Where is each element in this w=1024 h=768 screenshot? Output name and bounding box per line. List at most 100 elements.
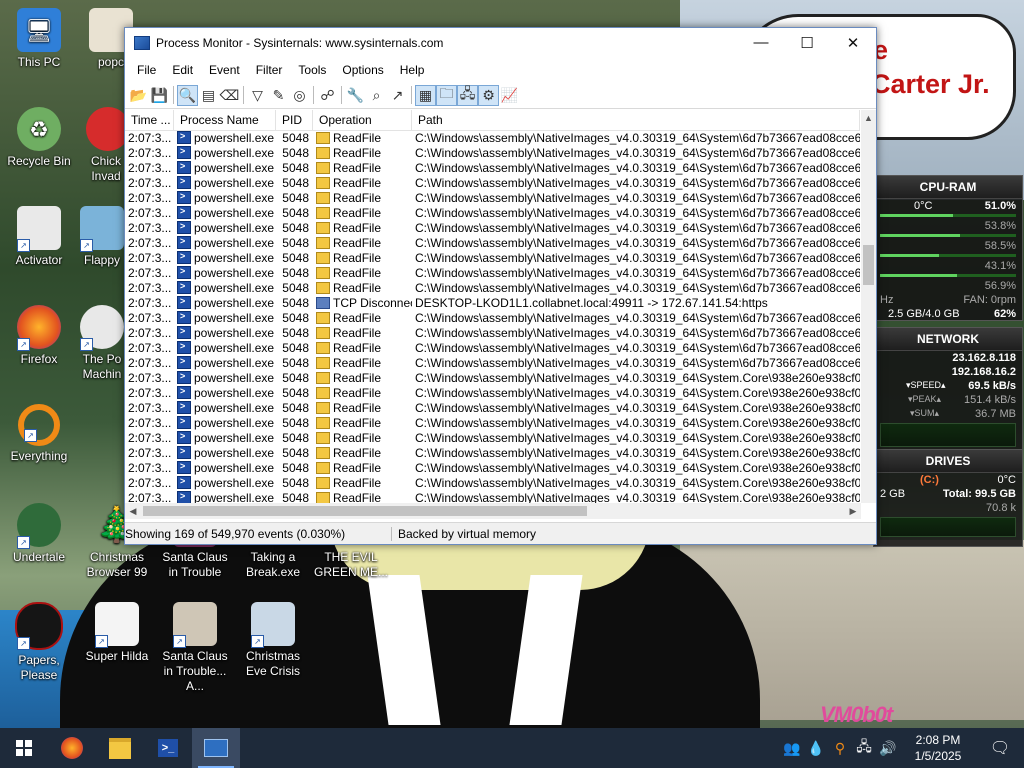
desktop-icon-chick-invaders[interactable]: Chick Invad: [86, 107, 130, 184]
desktop-icon-flappy[interactable]: ↗ Flappy: [80, 206, 124, 268]
window-titlebar[interactable]: Process Monitor - Sysinternals: www.sysi…: [125, 28, 876, 57]
table-row[interactable]: 2:07:3... powershell.exe 5048 ReadFile C:\Wi…: [125, 326, 860, 341]
table-row[interactable]: 2:07:3... powershell.exe 5048 ReadFile C:\Wi…: [125, 176, 860, 191]
tray-network-icon[interactable]: 🖧: [852, 736, 876, 760]
desktop-icon-this-pc[interactable]: 🖥 This PC: [0, 8, 78, 70]
tray-volume-icon[interactable]: 🔊: [876, 740, 900, 757]
clear-icon[interactable]: ⌫: [219, 85, 240, 106]
table-row[interactable]: 2:07:3... powershell.exe 5048 ReadFile C:\Wi…: [125, 341, 860, 356]
table-row[interactable]: 2:07:3... powershell.exe 5048 ReadFile C:\Wi…: [125, 416, 860, 431]
menu-event[interactable]: Event: [201, 63, 248, 77]
powershell-icon: [177, 356, 191, 369]
desktop-icon-activator[interactable]: ↗ Activator: [0, 206, 78, 268]
tray-drop-icon[interactable]: 💧: [804, 740, 828, 757]
taskbar-process-monitor[interactable]: [192, 728, 240, 768]
row-operation-text: ReadFile: [333, 371, 382, 385]
table-row[interactable]: 2:07:3... powershell.exe 5048 ReadFile C:\Wi…: [125, 476, 860, 491]
desktop-icon-undertale[interactable]: ↗ Undertale: [0, 503, 78, 565]
desktop-icon-the-po-machine[interactable]: ↗ The Po Machin: [80, 305, 124, 382]
registry-activity-icon[interactable]: ▦: [415, 84, 436, 106]
column-header-path[interactable]: Path: [412, 110, 860, 130]
table-row[interactable]: 2:07:3... powershell.exe 5048 ReadFile C:\Wi…: [125, 446, 860, 461]
table-row[interactable]: 2:07:3... powershell.exe 5048 ReadFile C:\Wi…: [125, 251, 860, 266]
menu-help[interactable]: Help: [392, 63, 433, 77]
cpu-core-3: 43.1%: [984, 260, 1016, 272]
profiling-events-icon[interactable]: 📈: [499, 85, 520, 106]
desktop-icon-firefox[interactable]: ↗ Firefox: [0, 305, 78, 367]
menu-file[interactable]: File: [129, 63, 164, 77]
table-row[interactable]: 2:07:3... powershell.exe 5048 ReadFile C:\Wi…: [125, 221, 860, 236]
close-button[interactable]: ✕: [830, 28, 876, 57]
open-icon[interactable]: 📂: [128, 85, 149, 106]
file-activity-icon[interactable]: 🗀: [436, 84, 457, 106]
capture-icon[interactable]: 🔍: [177, 84, 198, 106]
table-row[interactable]: 2:07:3... powershell.exe 5048 ReadFile C:\Wi…: [125, 356, 860, 371]
tray-people-icon[interactable]: 👥: [780, 740, 804, 757]
row-operation-text: ReadFile: [333, 431, 382, 445]
table-row[interactable]: 2:07:3... powershell.exe 5048 ReadFile C:\Wi…: [125, 131, 860, 146]
horizontal-scroll-thumb[interactable]: [143, 506, 587, 516]
desktop-icon-christmas-eve-crisis[interactable]: ↗ Christmas Eve Crisis: [234, 602, 312, 679]
table-row[interactable]: 2:07:3... powershell.exe 5048 ReadFile C:\Wi…: [125, 206, 860, 221]
scroll-up-icon[interactable]: ▲: [861, 110, 876, 127]
horizontal-scrollbar[interactable]: ◀ ▶: [125, 503, 861, 519]
column-header-time[interactable]: Time ...: [125, 110, 174, 130]
find-icon[interactable]: ⌕: [366, 85, 387, 106]
table-row[interactable]: 2:07:3... powershell.exe 5048 ReadFile C:\Wi…: [125, 386, 860, 401]
highlight-icon[interactable]: ✎: [268, 85, 289, 106]
table-row[interactable]: 2:07:3... powershell.exe 5048 ReadFile C:\Wi…: [125, 236, 860, 251]
scroll-left-icon[interactable]: ◀: [125, 503, 141, 519]
menu-options[interactable]: Options: [334, 63, 391, 77]
network-activity-icon[interactable]: 🖧: [457, 84, 478, 106]
desktop-icon-santa-claus-in-trouble-again[interactable]: ↗ Santa Claus in Trouble... A...: [156, 602, 234, 694]
start-button[interactable]: [0, 728, 48, 768]
column-header-process-name[interactable]: Process Name: [174, 110, 276, 130]
row-process-name-text: powershell.exe: [194, 161, 275, 175]
taskbar-powershell[interactable]: >_: [144, 728, 192, 768]
table-row[interactable]: 2:07:3... powershell.exe 5048 ReadFile C:\Wi…: [125, 266, 860, 281]
row-operation-text: ReadFile: [333, 131, 382, 145]
autoscroll-icon[interactable]: ▤: [198, 85, 219, 106]
row-path: C:\Windows\assembly\NativeImages_v4.0.30…: [412, 371, 860, 386]
minimize-button[interactable]: —: [738, 28, 784, 57]
column-header-operation[interactable]: Operation: [313, 110, 412, 130]
table-row[interactable]: 2:07:3... powershell.exe 5048 ReadFile C:\Wi…: [125, 281, 860, 296]
process-tree-icon[interactable]: ☍: [317, 85, 338, 106]
maximize-button[interactable]: ☐: [784, 28, 830, 57]
notification-icon[interactable]: 🗨: [976, 738, 1024, 758]
table-row[interactable]: 2:07:3... powershell.exe 5048 ReadFile C:\Wi…: [125, 401, 860, 416]
row-path-text: C:\Windows\assembly\NativeImages_v4.0.30…: [415, 446, 860, 460]
menu-edit[interactable]: Edit: [164, 63, 201, 77]
include-process-icon[interactable]: ◎: [289, 85, 310, 106]
desktop-icon-everything[interactable]: ↗ Everything: [0, 404, 78, 464]
table-row[interactable]: 2:07:3... powershell.exe 5048 ReadFile C:\Wi…: [125, 161, 860, 176]
taskbar-firefox[interactable]: [48, 728, 96, 768]
properties-icon[interactable]: 🔧: [345, 85, 366, 106]
column-header-pid[interactable]: PID: [276, 110, 313, 130]
desktop-icon-super-hilda[interactable]: ↗ Super Hilda: [78, 602, 156, 664]
taskbar-clock[interactable]: 2:08 PM 1/5/2025: [900, 732, 976, 764]
process-activity-icon[interactable]: ⚙: [478, 84, 499, 106]
table-row[interactable]: 2:07:3... powershell.exe 5048 TCP Disconnec…: [125, 296, 860, 311]
table-row[interactable]: 2:07:3... powershell.exe 5048 ReadFile C:\Wi…: [125, 191, 860, 206]
table-row[interactable]: 2:07:3... powershell.exe 5048 ReadFile C:\Wi…: [125, 371, 860, 386]
desktop-icon-recycle-bin[interactable]: ♻ Recycle Bin: [0, 107, 78, 169]
save-icon[interactable]: 💾: [149, 85, 170, 106]
taskbar-file-explorer[interactable]: [96, 728, 144, 768]
scroll-right-icon[interactable]: ▶: [845, 503, 861, 519]
table-row[interactable]: 2:07:3... powershell.exe 5048 ReadFile C:\Wi…: [125, 431, 860, 446]
vertical-scroll-thumb[interactable]: [863, 245, 874, 285]
row-time: 2:07:3...: [125, 146, 174, 161]
jump-to-icon[interactable]: ↗: [387, 85, 408, 106]
table-row[interactable]: 2:07:3... powershell.exe 5048 ReadFile C:\Wi…: [125, 311, 860, 326]
desktop-icon-papers-please[interactable]: ↗ Papers, Please: [0, 602, 78, 683]
menu-tools[interactable]: Tools: [290, 63, 334, 77]
vertical-scrollbar[interactable]: ▲: [861, 110, 876, 503]
tray-search-icon[interactable]: ⚲: [828, 740, 852, 757]
filter-icon[interactable]: ▽: [247, 85, 268, 106]
menu-filter[interactable]: Filter: [248, 63, 291, 77]
table-row[interactable]: 2:07:3... powershell.exe 5048 ReadFile C:\Wi…: [125, 461, 860, 476]
table-row[interactable]: 2:07:3... powershell.exe 5048 ReadFile C:\Wi…: [125, 146, 860, 161]
table-row[interactable]: 2:07:3... powershell.exe 5048 ReadFile C:\Wi…: [125, 491, 860, 503]
row-pid-text: 5048: [282, 401, 309, 415]
